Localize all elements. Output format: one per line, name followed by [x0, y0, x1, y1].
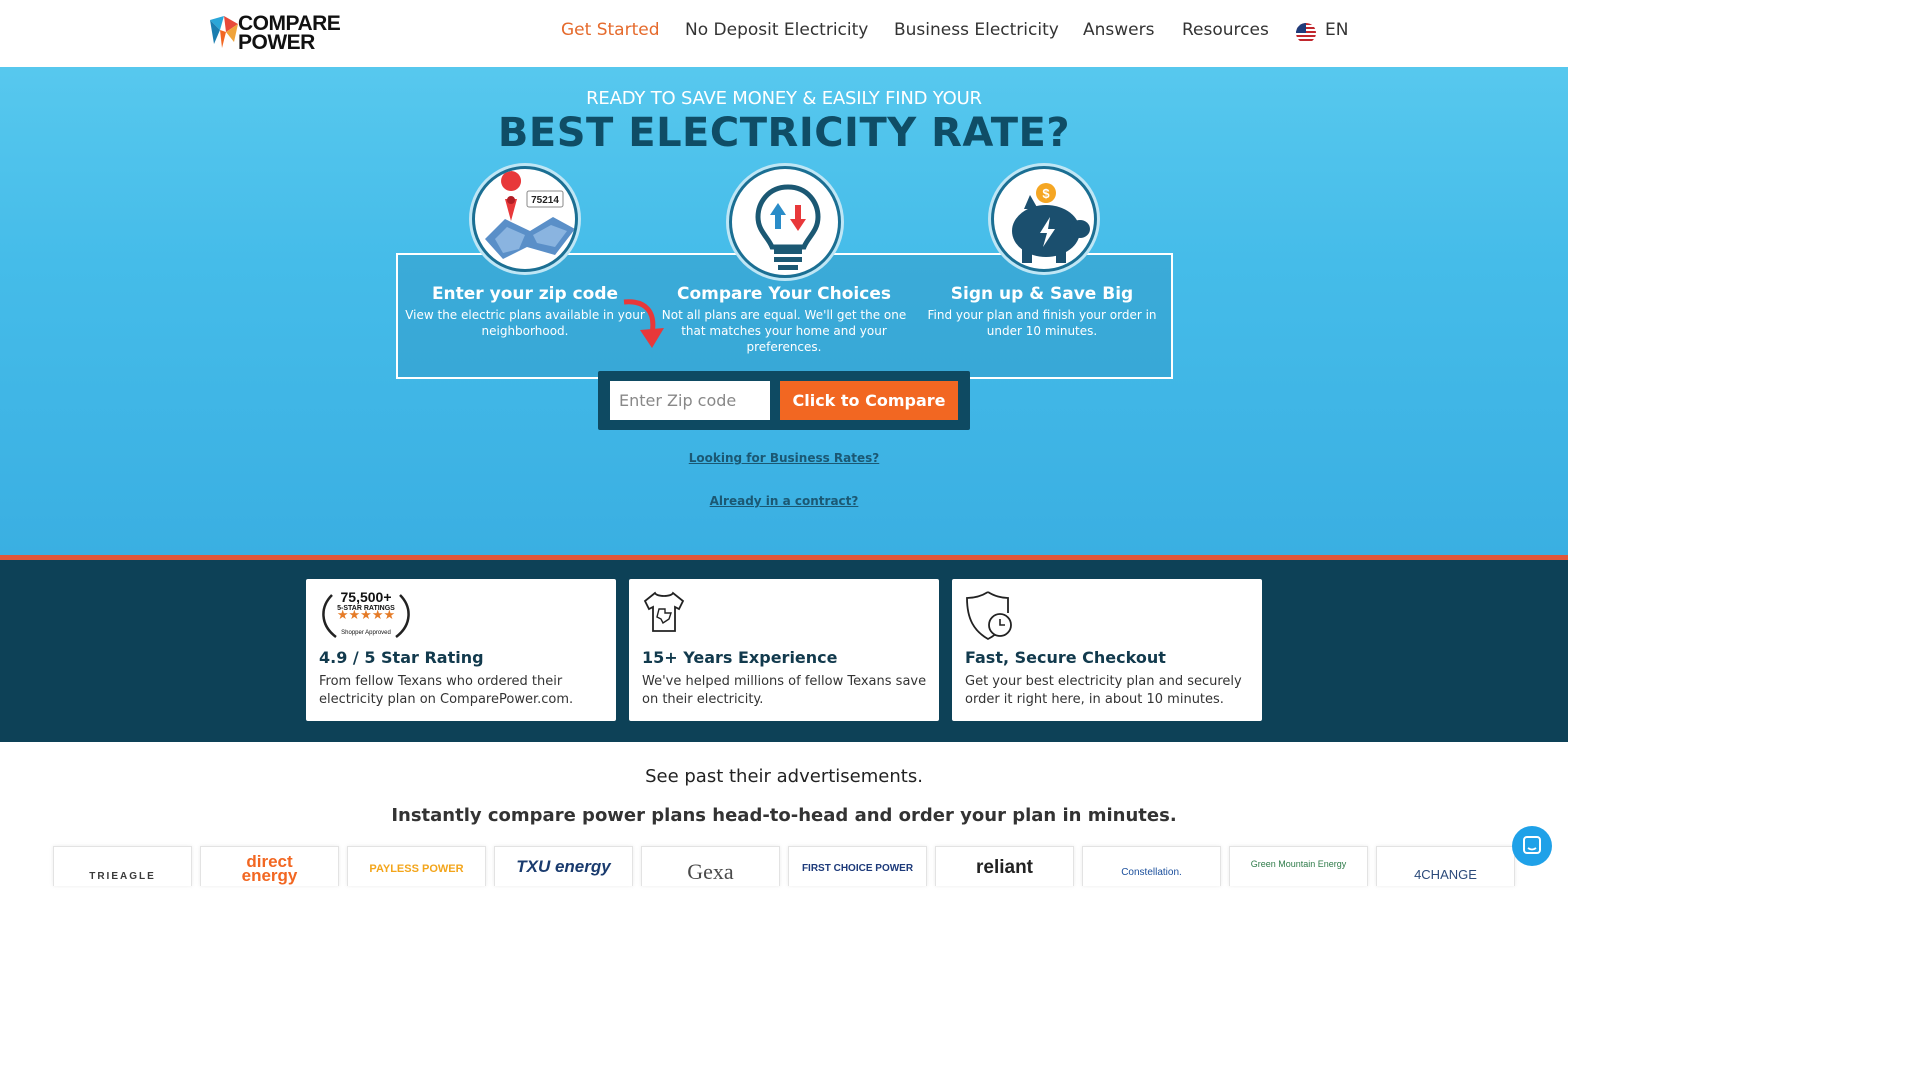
rating-card-title: 4.9 / 5 Star Rating [319, 648, 484, 667]
experience-card-text: We've helped millions of fellow Texans s… [642, 674, 927, 707]
provider-name: FIRST CHOICE POWER [801, 863, 914, 874]
provider-name: 4CHANGE [1414, 867, 1477, 882]
texas-shirt-icon [643, 591, 685, 632]
logo-line-power: POWER [238, 31, 315, 54]
chat-widget-button[interactable] [1512, 826, 1552, 866]
provider-name: Green Mountain Energy [1250, 859, 1347, 869]
provider-name: TRIEAGLE [89, 871, 156, 882]
rating-count: 75,500+ [340, 589, 392, 605]
shopper-approved-label: Shopper Approved [341, 630, 391, 636]
already-in-contract-link[interactable]: Already in a contract? [0, 494, 1568, 508]
provider-reliant-logo[interactable]: reliant [935, 846, 1074, 886]
provider-logo-strip: TRIEAGLE direct energy PAYLESS POWER TXU… [53, 846, 1568, 886]
nav-business-electricity[interactable]: Business Electricity [894, 20, 1059, 40]
zip-code-input[interactable] [610, 381, 770, 420]
provider-name: TXU energy [516, 857, 611, 876]
chat-icon [1523, 836, 1541, 854]
provider-name: Constellation. [1121, 867, 1182, 878]
nav-answers[interactable]: Answers [1083, 20, 1154, 40]
tagline: See past their advertisements. [645, 766, 923, 787]
experience-card: 15+ Years Experience We've helped millio… [629, 579, 939, 721]
language-selector[interactable]: EN [1325, 20, 1348, 40]
provider-constellation-logo[interactable]: Constellation. [1082, 846, 1221, 886]
compare-power-logo[interactable]: COMPARE POWER [208, 12, 368, 56]
hero-kicker: READY TO SAVE MONEY & EASILY FIND YOUR [586, 88, 982, 109]
provider-name: reliant [975, 857, 1034, 878]
click-to-compare-button[interactable]: Click to Compare [780, 381, 958, 420]
nav-get-started[interactable]: Get Started [561, 20, 659, 40]
us-flag-icon[interactable] [1296, 23, 1316, 43]
rating-card: ★★★★★ 75,500+ 5-STAR RATINGS Shopper App… [306, 579, 616, 721]
logo-icon [210, 16, 238, 48]
checkout-card: Fast, Secure Checkout Get your best elec… [952, 579, 1262, 721]
logo-wordmark: COMPARE POWER [238, 13, 341, 54]
step-1-title: Enter your zip code [431, 284, 619, 304]
secure-shield-clock-icon [966, 591, 1012, 641]
provider-4change-logo[interactable]: 4CHANGE [1376, 846, 1515, 886]
provider-gexa-logo[interactable]: Gexa [641, 846, 780, 886]
step-3-text: Find your plan and finish your order in … [927, 308, 1157, 338]
provider-first-choice-power-logo[interactable]: FIRST CHOICE POWER [788, 846, 927, 886]
site-header: COMPARE POWER Get Started No Deposit Ele… [0, 0, 1568, 67]
checkout-card-text: Get your best electricity plan and secur… [965, 674, 1242, 707]
provider-green-mountain-energy-logo[interactable]: Green Mountain Energy [1229, 846, 1368, 886]
provider-txu-energy-logo[interactable]: TXU energy [494, 846, 633, 886]
step-2-title: Compare Your Choices [677, 284, 891, 304]
provider-payless-power-logo[interactable]: PAYLESS POWER [347, 846, 486, 886]
provider-name: Gexa [687, 859, 734, 884]
svg-text:$: $ [1042, 186, 1050, 201]
piggy-bank-icon: $ [991, 166, 1097, 272]
zip-compare-form: Click to Compare [598, 371, 970, 430]
hero-headline: BEST ELECTRICITY RATE? [497, 110, 1071, 156]
rating-subtitle: 5-STAR RATINGS [337, 605, 395, 612]
step-1-text: View the electric plans available in you… [405, 308, 645, 338]
nav-resources[interactable]: Resources [1182, 20, 1269, 40]
checkout-card-title: Fast, Secure Checkout [965, 648, 1166, 667]
shopper-approved-badge: ★★★★★ 75,500+ 5-STAR RATINGS Shopper App… [318, 589, 414, 643]
step-3-title: Sign up & Save Big [950, 284, 1134, 304]
provider-name: direct energy [241, 852, 298, 885]
provider-direct-energy-logo[interactable]: direct energy [200, 846, 339, 886]
lightbulb-icon [729, 166, 841, 278]
provider-trieagle-logo[interactable]: TRIEAGLE [53, 846, 192, 886]
step-2-text: Not all plans are equal. We'll get the o… [661, 308, 907, 354]
business-rates-link[interactable]: Looking for Business Rates? [0, 451, 1568, 465]
nav-no-deposit-electricity[interactable]: No Deposit Electricity [685, 20, 868, 40]
map-pin-icon: 75214 [472, 166, 578, 272]
provider-name: PAYLESS POWER [369, 863, 464, 875]
subtagline: Instantly compare power plans head-to-he… [391, 805, 1177, 826]
rating-card-text: From fellow Texans who ordered their ele… [319, 674, 574, 707]
experience-card-title: 15+ Years Experience [642, 648, 838, 667]
map-zip-badge: 75214 [531, 195, 559, 206]
